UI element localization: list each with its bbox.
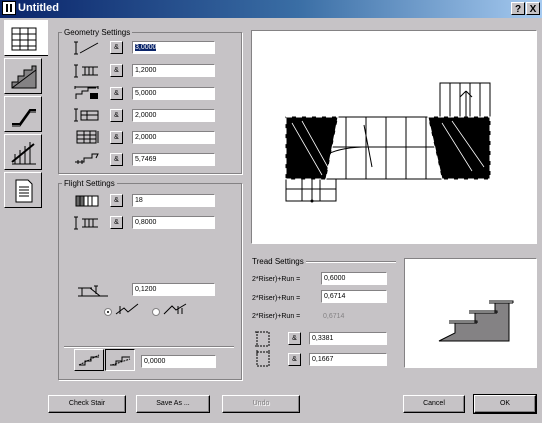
- riser-height-input[interactable]: 0,3381: [309, 332, 387, 345]
- undo-button[interactable]: Undo: [222, 395, 300, 413]
- lock-button[interactable]: &: [288, 353, 301, 366]
- lock-button[interactable]: &: [110, 216, 123, 229]
- flight-settings-label: Flight Settings: [62, 179, 117, 188]
- stair-length-icon: [74, 86, 99, 99]
- flight-width-icon: [74, 216, 98, 230]
- stair-height-input[interactable]: 3,0000: [132, 41, 215, 54]
- save-as-button[interactable]: Save As ...: [136, 395, 210, 413]
- offset-type-icon-1: [115, 303, 139, 315]
- stair-height-icon: [74, 41, 99, 55]
- bottom-offset-input[interactable]: 0,0000: [141, 355, 216, 368]
- riser-run-label-3: 2*Riser)+Run =: [252, 313, 301, 320]
- stair-length-input[interactable]: 5,0000: [132, 87, 215, 100]
- riser-run-label-1: 2*Riser)+Run =: [252, 276, 301, 283]
- tab-geometry[interactable]: [4, 20, 48, 56]
- app-icon: [2, 1, 16, 15]
- riser-height-icon: [255, 331, 270, 347]
- tab-listing[interactable]: [4, 172, 42, 208]
- lock-button[interactable]: &: [110, 41, 123, 54]
- landing-length-icon: [74, 108, 99, 122]
- riser-run-label-2: 2*Riser)+Run =: [252, 295, 301, 302]
- tab-stringer[interactable]: [4, 96, 42, 132]
- help-button[interactable]: ?: [511, 2, 525, 15]
- lock-button[interactable]: &: [110, 131, 123, 144]
- offset-radio-2[interactable]: [152, 308, 160, 316]
- title-bar: Untitled ? X: [0, 0, 542, 18]
- stair-plan-preview: [251, 30, 537, 244]
- tread-section-drawing: [438, 300, 514, 342]
- landing-width-icon: [76, 130, 99, 144]
- stair-width-icon: [74, 64, 98, 78]
- tread-settings-label: Tread Settings: [252, 257, 304, 266]
- stair-width-input[interactable]: 1,2000: [132, 64, 215, 77]
- check-stair-button[interactable]: Check Stair: [48, 395, 126, 413]
- lock-button[interactable]: &: [110, 194, 123, 207]
- lock-button[interactable]: &: [110, 109, 123, 122]
- document-icon: [15, 179, 33, 203]
- stair-plan-drawing: [285, 82, 491, 203]
- riser-run-input-2[interactable]: 0,6714: [321, 290, 387, 303]
- stair-end-icon: [110, 356, 131, 366]
- stair-start-button[interactable]: [74, 349, 104, 371]
- lock-button[interactable]: &: [110, 153, 123, 166]
- geometry-settings-label: Geometry Settings: [62, 28, 133, 37]
- stair-plan-icon: [11, 27, 37, 51]
- offset-type-icon-2: [163, 303, 187, 315]
- flight-width-input[interactable]: 0,8000: [132, 216, 215, 229]
- riser-run-value-3: 0,6714: [323, 313, 345, 320]
- walking-line-input[interactable]: 5,7469: [132, 153, 215, 166]
- stringer-icon: [12, 109, 36, 127]
- lock-button[interactable]: &: [288, 332, 301, 345]
- window-title: Untitled: [18, 2, 59, 14]
- offset-radio-1[interactable]: [104, 308, 112, 316]
- divider: [306, 261, 396, 263]
- stair-end-button[interactable]: [105, 349, 135, 371]
- stair-section-icon: [11, 65, 37, 89]
- riser-count-input[interactable]: 18: [132, 194, 215, 207]
- headroom-offset-input[interactable]: 0,1200: [132, 283, 215, 296]
- walking-line-icon: [75, 153, 99, 164]
- lock-button[interactable]: &: [110, 87, 123, 100]
- stair-start-icon: [78, 354, 100, 366]
- lock-button[interactable]: &: [110, 64, 123, 77]
- divider: [64, 346, 234, 348]
- riser-count-icon: [75, 195, 99, 207]
- headroom-offset-icon: [78, 285, 108, 297]
- tread-section-preview: [404, 258, 537, 368]
- landing-width-input[interactable]: 2,0000: [132, 131, 215, 144]
- tread-depth-input[interactable]: 0,1667: [309, 353, 387, 366]
- railing-icon: [11, 142, 36, 165]
- riser-run-input-1[interactable]: 0,6000: [321, 272, 387, 285]
- landing-length-input[interactable]: 2,0000: [132, 109, 215, 122]
- tread-depth-icon: [256, 350, 270, 367]
- ok-button[interactable]: OK: [473, 394, 537, 414]
- tab-structure[interactable]: [4, 58, 42, 94]
- close-button[interactable]: X: [526, 2, 540, 15]
- cancel-button[interactable]: Cancel: [403, 395, 465, 413]
- tab-railing[interactable]: [4, 134, 42, 170]
